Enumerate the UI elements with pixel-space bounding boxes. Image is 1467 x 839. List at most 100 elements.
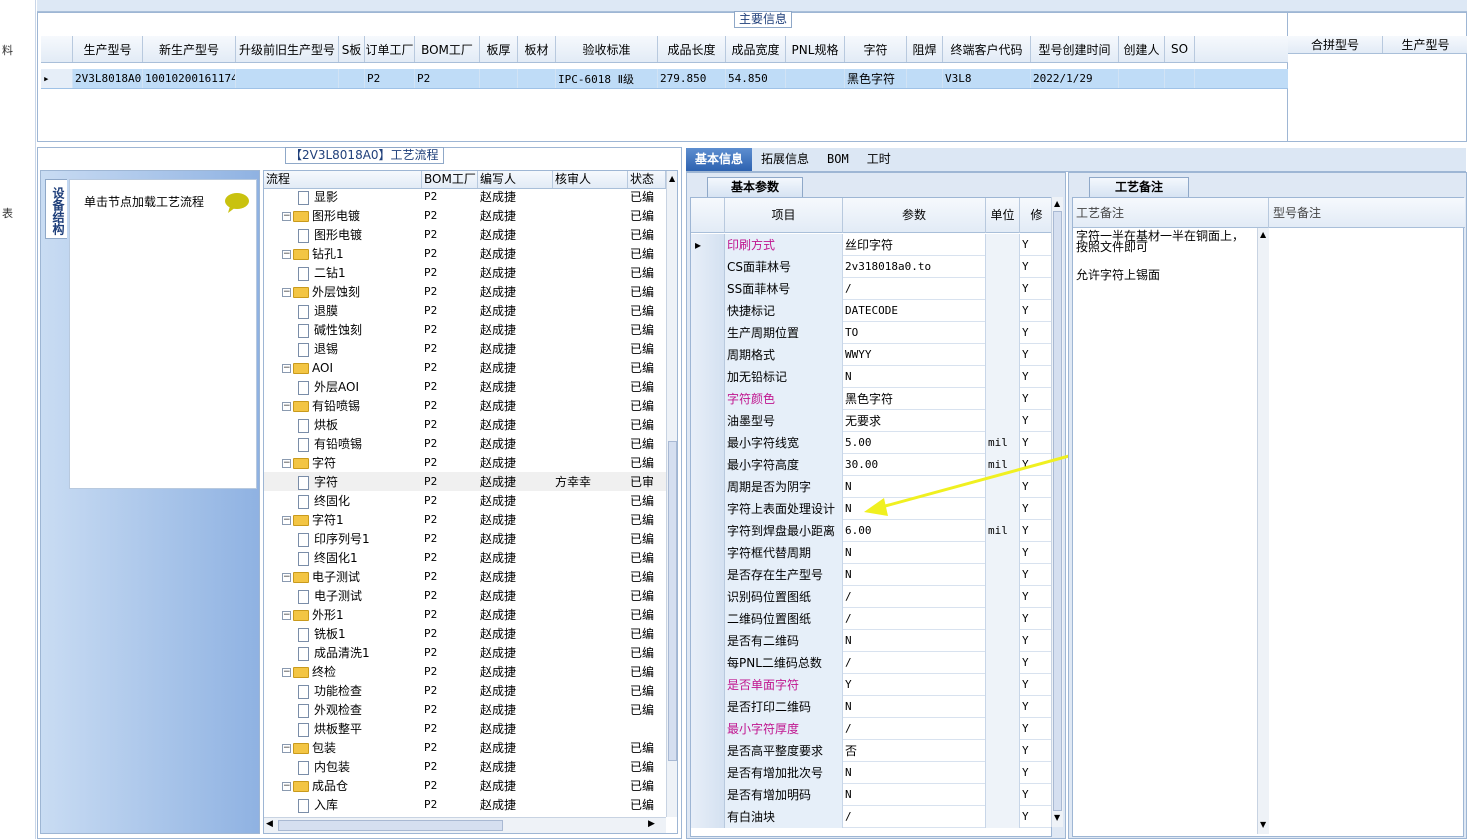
- collapse-icon[interactable]: −: [282, 668, 291, 677]
- param-value[interactable]: DATECODE: [843, 300, 986, 322]
- param-modify-flag[interactable]: Y: [1020, 300, 1051, 322]
- param-value[interactable]: 丝印字符: [843, 234, 986, 256]
- param-modify-flag[interactable]: Y: [1020, 630, 1051, 652]
- param-row-header[interactable]: [691, 300, 725, 322]
- param-row-header[interactable]: [691, 454, 725, 476]
- tree-row[interactable]: 显影 P2 赵成捷 已编: [264, 189, 666, 206]
- param-row[interactable]: 是否有增加明码 N Y: [691, 784, 1051, 806]
- param-value[interactable]: 黑色字符: [843, 388, 986, 410]
- tree-row[interactable]: 内包装 P2 赵成捷 已编: [264, 757, 666, 776]
- param-row[interactable]: 是否有二维码 N Y: [691, 630, 1051, 652]
- param-value[interactable]: /: [843, 608, 986, 630]
- scroll-right-icon[interactable]: ▶: [648, 819, 655, 829]
- param-modify-flag[interactable]: Y: [1020, 696, 1051, 718]
- param-value[interactable]: N: [843, 696, 986, 718]
- main-col-header[interactable]: 订单工厂: [365, 36, 415, 62]
- collapse-icon[interactable]: −: [282, 782, 291, 791]
- param-value[interactable]: N: [843, 784, 986, 806]
- tree-vertical-scrollbar[interactable]: ▲: [666, 171, 677, 817]
- param-row[interactable]: CS面菲林号 2v318018a0.to Y: [691, 256, 1051, 278]
- tree-row[interactable]: 退锡 P2 赵成捷 已编: [264, 339, 666, 358]
- param-value[interactable]: 无要求: [843, 410, 986, 432]
- param-row-header[interactable]: [691, 586, 725, 608]
- param-modify-flag[interactable]: Y: [1020, 234, 1051, 256]
- param-row[interactable]: 是否存在生产型号 N Y: [691, 564, 1051, 586]
- basic-params-tab[interactable]: 基本参数: [707, 177, 803, 197]
- tree-row[interactable]: 图形电镀 P2 赵成捷 已编: [264, 225, 666, 244]
- row-selector-icon[interactable]: ▸: [41, 69, 73, 88]
- param-row-header[interactable]: [691, 740, 725, 762]
- param-row[interactable]: 生产周期位置 TO Y: [691, 322, 1051, 344]
- main-col-header[interactable]: 型号创建时间: [1031, 36, 1119, 62]
- tree-horizontal-scrollbar[interactable]: ◀ ▶: [264, 817, 666, 833]
- collapse-icon[interactable]: −: [282, 250, 291, 259]
- param-modify-flag[interactable]: Y: [1020, 784, 1051, 806]
- tree-row[interactable]: − 图形电镀 P2 赵成捷 已编: [264, 206, 666, 225]
- param-row-header[interactable]: [691, 696, 725, 718]
- param-row[interactable]: 每PNL二维码总数 / Y: [691, 652, 1051, 674]
- main-col-header[interactable]: SO: [1165, 36, 1195, 62]
- param-value[interactable]: N: [843, 542, 986, 564]
- param-modify-flag[interactable]: Y: [1020, 410, 1051, 432]
- param-value[interactable]: N: [843, 366, 986, 388]
- tree-row[interactable]: − 外层蚀刻 P2 赵成捷 已编: [264, 282, 666, 301]
- param-row[interactable]: 二维码位置图纸 / Y: [691, 608, 1051, 630]
- tree-row[interactable]: 碱性蚀刻 P2 赵成捷 已编: [264, 320, 666, 339]
- collapse-icon[interactable]: −: [282, 363, 291, 373]
- tree-row[interactable]: − 包装 P2 赵成捷 已编: [264, 738, 666, 757]
- param-value[interactable]: N: [843, 630, 986, 652]
- main-col-header[interactable]: BOM工厂: [415, 36, 480, 62]
- tree-row[interactable]: 印序列号1 P2 赵成捷 已编: [264, 529, 666, 548]
- param-row[interactable]: 识别码位置图纸 / Y: [691, 586, 1051, 608]
- param-row-header[interactable]: [691, 564, 725, 586]
- param-modify-flag[interactable]: Y: [1020, 278, 1051, 300]
- param-row-header[interactable]: [691, 608, 725, 630]
- main-col-header[interactable]: 成品宽度: [726, 36, 786, 62]
- param-value[interactable]: /: [843, 806, 986, 828]
- param-value[interactable]: 否: [843, 740, 986, 762]
- collapse-icon[interactable]: −: [282, 744, 291, 753]
- process-remark-textarea[interactable]: 字符一半在基材一半在铜面上， 按照文件即可 允许字符上锡面 ▲ ▼: [1073, 228, 1269, 834]
- tree-col-header[interactable]: 核审人: [553, 171, 628, 188]
- params-scroll-up-icon[interactable]: ▲: [1054, 199, 1060, 208]
- param-row[interactable]: 是否单面字符 Y Y: [691, 674, 1051, 696]
- tree-row[interactable]: 字符 P2 赵成捷 方幸幸 已审: [264, 472, 666, 491]
- param-row-header[interactable]: [691, 806, 725, 828]
- remark-scroll-down-icon[interactable]: ▼: [1260, 820, 1266, 829]
- collapse-icon[interactable]: −: [282, 402, 291, 411]
- main-col-header[interactable]: 终端客户代码: [943, 36, 1031, 62]
- tree-row[interactable]: − 成品仓 P2 赵成捷 已编: [264, 776, 666, 795]
- collapse-icon[interactable]: −: [282, 212, 291, 221]
- tree-col-header[interactable]: 编写人: [478, 171, 553, 188]
- collapse-icon[interactable]: −: [282, 288, 291, 297]
- param-row-header[interactable]: ▸: [691, 234, 725, 256]
- param-row-header[interactable]: [691, 674, 725, 696]
- tab-work-hours[interactable]: 工时: [858, 148, 900, 171]
- remark-scrollbar[interactable]: ▲ ▼: [1257, 228, 1269, 834]
- main-col-header[interactable]: 生产型号: [73, 36, 143, 62]
- param-modify-flag[interactable]: Y: [1020, 366, 1051, 388]
- param-row-header[interactable]: [691, 652, 725, 674]
- tree-hscroll-thumb[interactable]: [278, 820, 503, 831]
- tree-row[interactable]: 烘板 P2 赵成捷 已编: [264, 415, 666, 434]
- tree-row[interactable]: 外层AOI P2 赵成捷 已编: [264, 377, 666, 396]
- param-row-header[interactable]: [691, 498, 725, 520]
- tree-row[interactable]: 电子测试 P2 赵成捷 已编: [264, 586, 666, 605]
- param-modify-flag[interactable]: Y: [1020, 806, 1051, 828]
- param-modify-flag[interactable]: Y: [1020, 674, 1051, 696]
- scroll-up-icon[interactable]: ▲: [669, 174, 675, 183]
- main-col-header[interactable]: 升级前旧生产型号: [236, 36, 339, 62]
- tree-row[interactable]: − 外形1 P2 赵成捷 已编: [264, 605, 666, 624]
- tree-row[interactable]: − AOI P2 赵成捷 已编: [264, 358, 666, 377]
- param-row-header[interactable]: [691, 784, 725, 806]
- tree-row[interactable]: − 字符 P2 赵成捷 已编: [264, 453, 666, 472]
- param-modify-flag[interactable]: Y: [1020, 762, 1051, 784]
- param-modify-flag[interactable]: Y: [1020, 652, 1051, 674]
- collapse-icon[interactable]: −: [282, 573, 291, 582]
- param-row[interactable]: 是否打印二维码 N Y: [691, 696, 1051, 718]
- tree-row[interactable]: 有铅喷锡 P2 赵成捷 已编: [264, 434, 666, 453]
- tab-basic-info[interactable]: 基本信息: [686, 148, 753, 171]
- tree-row[interactable]: 烘板整平 P2 赵成捷: [264, 719, 666, 738]
- param-row-header[interactable]: [691, 366, 725, 388]
- param-row[interactable]: 周期格式 WWYY Y: [691, 344, 1051, 366]
